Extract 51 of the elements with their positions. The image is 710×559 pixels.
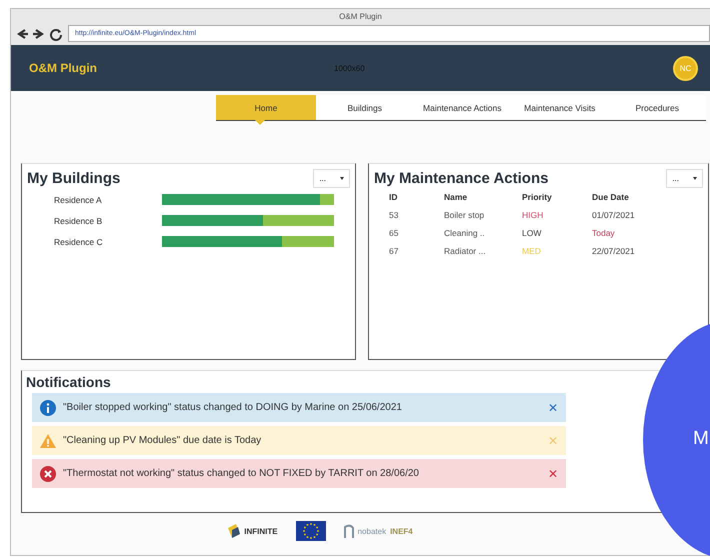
logo-text: INEF4 <box>390 526 413 536</box>
panel-title: My Maintenance Actions <box>374 170 548 187</box>
table-cell-text: 65 <box>389 228 400 238</box>
reload-icon[interactable] <box>49 26 63 40</box>
flag-icon <box>296 521 326 541</box>
priority-label: HIGH <box>522 210 544 220</box>
menu-dropdown[interactable]: ... <box>313 169 350 188</box>
building-name: Residence B <box>54 216 104 226</box>
back-icon[interactable] <box>15 26 29 40</box>
column-header: Priority <box>522 192 553 202</box>
priority-label: LOW <box>522 228 542 238</box>
panel-title: Notifications <box>26 374 112 390</box>
logo-icon <box>344 524 354 538</box>
app-name: O&M Plugin <box>29 61 98 75</box>
building-name: Residence C <box>54 236 104 246</box>
building-name: Residence A <box>54 194 103 204</box>
close-button[interactable]: ✕ <box>548 400 558 414</box>
alert-message: "Thermostat not working" status changed to NOT FIXED by TARRIT on 28/06/20 <box>63 468 420 479</box>
close-button[interactable]: ✕ <box>548 466 558 480</box>
nav-tab[interactable]: Procedures <box>608 95 706 120</box>
header-text: 1000x60 <box>334 64 366 72</box>
nav-tab[interactable]: Maintenance Actions <box>414 95 511 120</box>
menu-dropdown[interactable]: ... <box>666 169 703 188</box>
caret-icon <box>693 177 697 180</box>
table-cell-text: Boiler stop <box>444 210 486 220</box>
window-title: O&M Plugin <box>339 12 382 20</box>
table-cell-text: Cleaning .. <box>444 228 486 238</box>
priority-label: MED <box>522 246 542 256</box>
logo-icon <box>228 524 240 538</box>
due-date: Today <box>592 228 616 238</box>
alert-message: "Cleaning up PV Modules" due date is Today <box>63 435 262 446</box>
table-cell-text: 67 <box>389 246 400 256</box>
logo-text: INFINITE <box>244 526 278 536</box>
logo-text: nobatek <box>358 526 386 536</box>
table-cell-text: 53 <box>389 210 400 220</box>
table-cell-text: Radiator ... <box>444 246 487 256</box>
due-date: 22/07/2021 <box>592 246 636 256</box>
column-header: Name <box>444 192 468 202</box>
panel-title: My Buildings <box>27 170 120 187</box>
column-header: ID <box>389 192 398 202</box>
warning-icon <box>40 432 56 448</box>
forward-icon[interactable] <box>32 26 46 40</box>
nav-tab[interactable]: Buildings <box>316 95 414 120</box>
due-date: 01/07/2021 <box>592 210 636 220</box>
nav-tab[interactable]: Maintenance Visits <box>511 95 608 120</box>
info-icon <box>40 400 56 416</box>
pointer-icon <box>255 120 265 125</box>
column-header: Due Date <box>592 192 630 202</box>
caret-icon <box>340 177 344 180</box>
alert-message: "Boiler stopped working" status changed to DOING by Marine on 25/06/2021 <box>63 402 403 413</box>
error-icon <box>40 466 56 482</box>
